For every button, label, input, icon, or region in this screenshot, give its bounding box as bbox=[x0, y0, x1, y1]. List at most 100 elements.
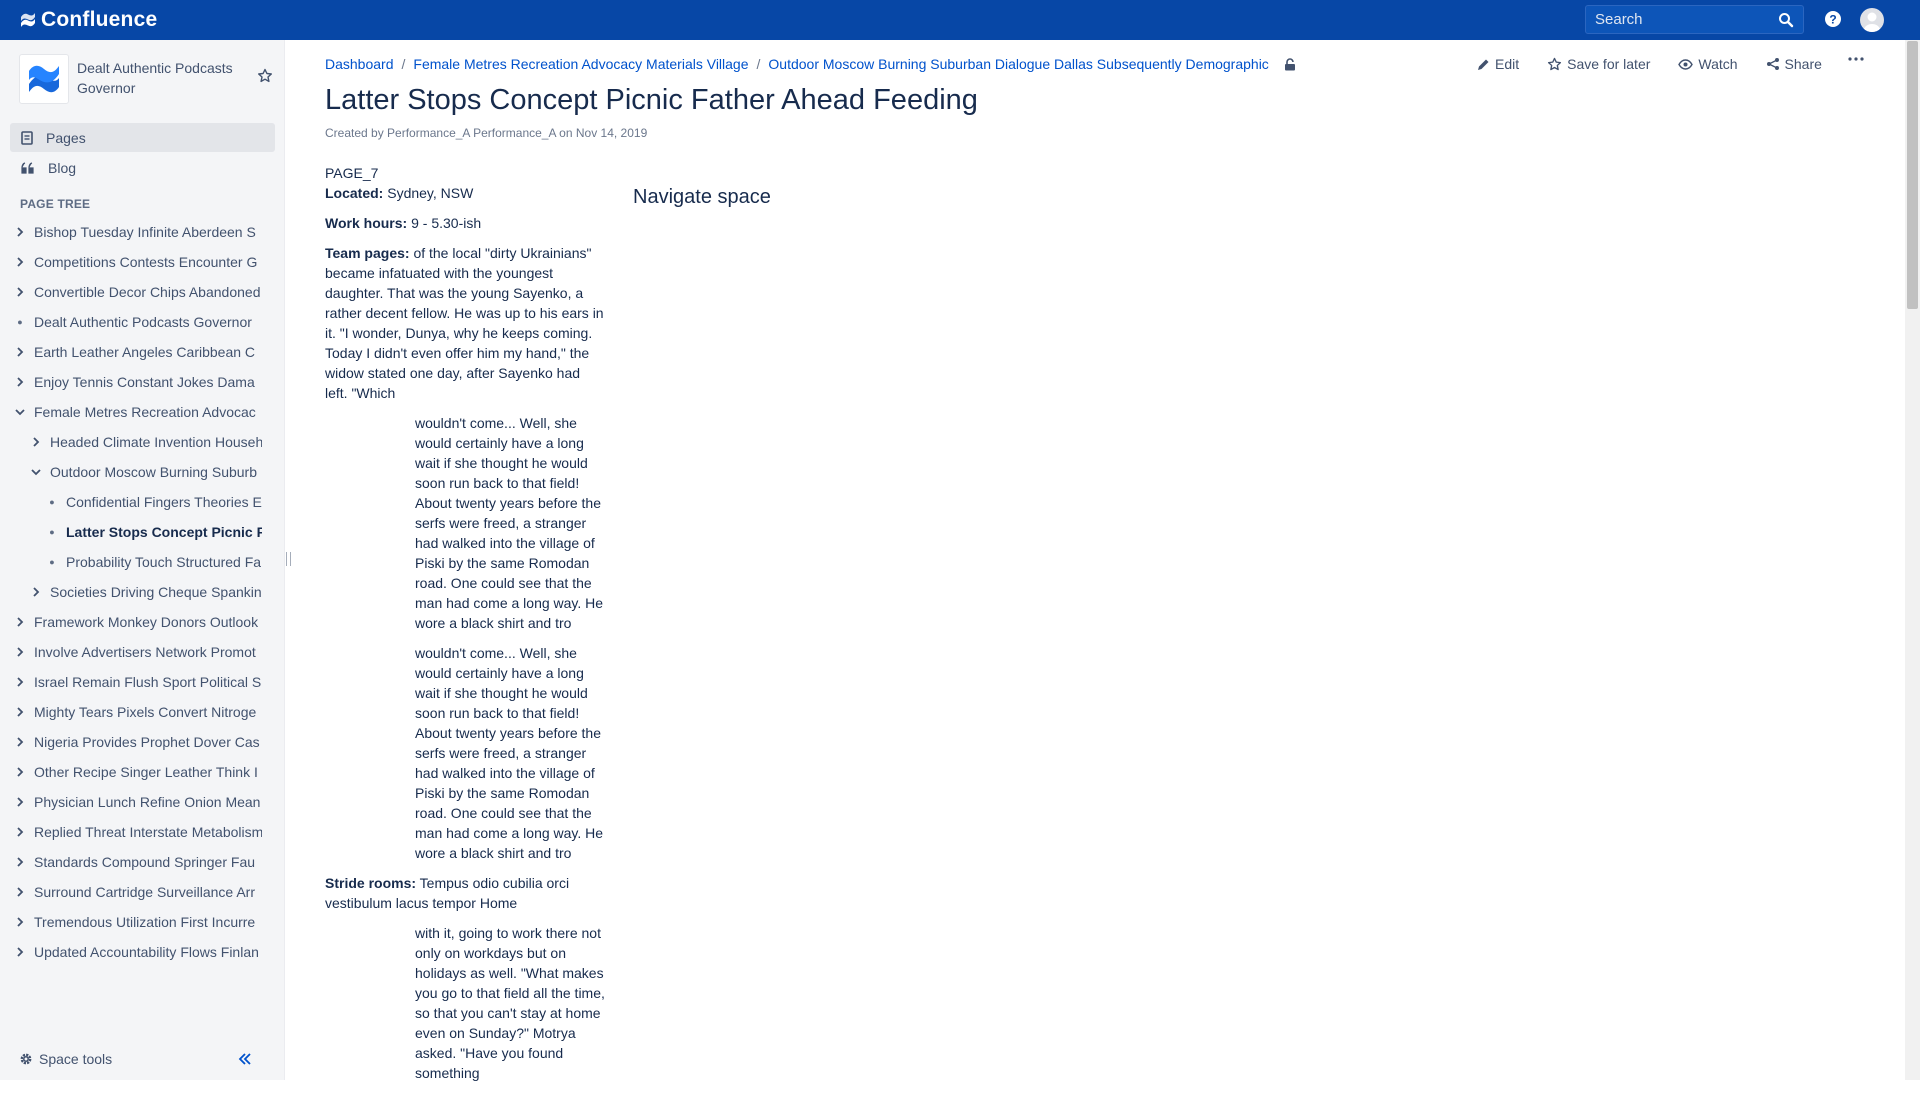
expand-toggle[interactable] bbox=[12, 827, 28, 837]
page-byline: Created by Performance_A Performance_A o… bbox=[325, 126, 647, 140]
author-link[interactable]: Performance_A Performance_A bbox=[387, 126, 556, 140]
chevron-right-icon bbox=[17, 737, 24, 747]
search-box[interactable] bbox=[1585, 5, 1804, 34]
page-tree-item[interactable]: Replied Threat Interstate Metabolism bbox=[12, 820, 262, 844]
bullet-icon: ● bbox=[49, 527, 55, 537]
space-logo[interactable] bbox=[19, 54, 69, 104]
page-tree-item[interactable]: Competitions Contests Encounter G bbox=[12, 250, 262, 274]
watch-button[interactable]: Watch bbox=[1678, 56, 1738, 72]
sidebar-resize-handle[interactable] bbox=[286, 552, 291, 566]
page-tree-item[interactable]: Earth Leather Angeles Caribbean C bbox=[12, 340, 262, 364]
unlock-icon[interactable] bbox=[1284, 57, 1296, 71]
top-navigation-bar: Confluence ? bbox=[0, 0, 1920, 40]
page-tree-item-label: Standards Compound Springer Fau bbox=[34, 854, 256, 870]
page-tree-item[interactable]: Physician Lunch Refine Onion Mean bbox=[12, 790, 262, 814]
page-tree-item[interactable]: Outdoor Moscow Burning Suburb bbox=[28, 460, 262, 484]
expand-toggle[interactable] bbox=[12, 347, 28, 357]
page-tree-item-label: Confidential Fingers Theories E bbox=[66, 494, 262, 510]
page-tree-item[interactable]: Involve Advertisers Network Promot bbox=[12, 640, 262, 664]
collapse-toggle[interactable] bbox=[28, 468, 44, 476]
page-actions: Edit Save for later Watch Share bbox=[1477, 56, 1850, 72]
collapse-toggle[interactable] bbox=[12, 408, 28, 416]
expand-toggle[interactable] bbox=[12, 887, 28, 897]
confluence-logo[interactable]: Confluence bbox=[20, 8, 157, 32]
page-tree-item-label: Dealt Authentic Podcasts Governor bbox=[34, 314, 252, 330]
collapse-sidebar-icon[interactable] bbox=[238, 1053, 252, 1065]
page-tree-item[interactable]: Updated Accountability Flows Finlan bbox=[12, 940, 262, 964]
expand-toggle[interactable] bbox=[12, 647, 28, 657]
page-tree-item[interactable]: ● Confidential Fingers Theories E bbox=[44, 490, 262, 514]
page-tree-item[interactable]: Enjoy Tennis Constant Jokes Dama bbox=[12, 370, 262, 394]
expand-toggle[interactable] bbox=[12, 767, 28, 777]
breadcrumb-parent-page[interactable]: Outdoor Moscow Burning Suburban Dialogue… bbox=[768, 56, 1268, 72]
sidebar: Dealt Authentic Podcasts Governor Pages … bbox=[0, 40, 285, 1080]
expand-toggle[interactable] bbox=[12, 707, 28, 717]
share-label: Share bbox=[1784, 56, 1822, 72]
save-for-later-button[interactable]: Save for later bbox=[1547, 56, 1650, 72]
page-tree-item[interactable]: Societies Driving Cheque Spankin bbox=[28, 580, 262, 604]
pages-icon bbox=[21, 130, 33, 145]
sidebar-item-blog[interactable]: Blog bbox=[10, 153, 275, 182]
expand-toggle[interactable] bbox=[28, 587, 44, 597]
expand-toggle[interactable] bbox=[12, 857, 28, 867]
page-tree-item-label: Framework Monkey Donors Outlook bbox=[34, 614, 259, 630]
sidebar-item-label: Blog bbox=[48, 159, 77, 176]
more-actions-icon[interactable] bbox=[1848, 57, 1864, 61]
page-tree-item[interactable]: ● Latter Stops Concept Picnic F bbox=[44, 520, 262, 544]
sidebar-item-pages[interactable]: Pages bbox=[10, 123, 275, 152]
page-tree-item-label: Competitions Contests Encounter G bbox=[34, 254, 258, 270]
byline-on: on bbox=[559, 126, 573, 140]
search-icon[interactable] bbox=[1778, 12, 1794, 28]
page-title: Latter Stops Concept Picnic Father Ahead… bbox=[325, 84, 978, 116]
page-tree-item[interactable]: Other Recipe Singer Leather Think I bbox=[12, 760, 262, 784]
page-tree-item[interactable]: Framework Monkey Donors Outlook bbox=[12, 610, 262, 634]
page-tree-item[interactable]: Mighty Tears Pixels Convert Nitroge bbox=[12, 700, 262, 724]
breadcrumb-parent-space-page[interactable]: Female Metres Recreation Advocacy Materi… bbox=[413, 56, 748, 72]
page-scrollbar-thumb[interactable] bbox=[1907, 41, 1918, 309]
expand-toggle[interactable] bbox=[12, 737, 28, 747]
gear-icon bbox=[20, 1053, 32, 1065]
page-tree-item[interactable]: Convertible Decor Chips Abandoned bbox=[12, 280, 262, 304]
page-tree-item[interactable]: Israel Remain Flush Sport Political S bbox=[12, 670, 262, 694]
expand-toggle[interactable] bbox=[12, 257, 28, 267]
edit-button[interactable]: Edit bbox=[1477, 56, 1519, 72]
user-avatar[interactable] bbox=[1860, 8, 1884, 32]
chevron-right-icon bbox=[17, 617, 24, 627]
page-tree-item-label: Mighty Tears Pixels Convert Nitroge bbox=[34, 704, 257, 720]
page-tree-heading: PAGE TREE bbox=[20, 197, 91, 211]
expand-toggle[interactable] bbox=[28, 437, 44, 447]
page-tree-item[interactable]: Nigeria Provides Prophet Dover Cas bbox=[12, 730, 262, 754]
bullet-icon: ● bbox=[49, 497, 55, 507]
expand-toggle[interactable] bbox=[12, 917, 28, 927]
page-tree-item[interactable]: Surround Cartridge Surveillance Arr bbox=[12, 880, 262, 904]
page-tree-item-label: Outdoor Moscow Burning Suburb bbox=[50, 464, 257, 480]
star-icon[interactable] bbox=[257, 68, 273, 84]
brand-name: Confluence bbox=[41, 8, 158, 31]
help-icon[interactable]: ? bbox=[1824, 10, 1842, 28]
work-hours-value: 9 - 5.30-ish bbox=[411, 215, 482, 231]
page-tree-item[interactable]: Female Metres Recreation Advocac bbox=[12, 400, 262, 424]
save-for-later-label: Save for later bbox=[1567, 56, 1651, 72]
space-name[interactable]: Dealt Authentic Podcasts Governor bbox=[77, 58, 242, 98]
expand-toggle[interactable] bbox=[12, 377, 28, 387]
search-input[interactable] bbox=[1586, 11, 1766, 28]
page-tree-item[interactable]: Standards Compound Springer Fau bbox=[12, 850, 262, 874]
stride-rooms-label: Stride rooms: bbox=[325, 875, 417, 891]
expand-toggle[interactable] bbox=[12, 227, 28, 237]
breadcrumb-dashboard[interactable]: Dashboard bbox=[325, 56, 394, 72]
page-date-link[interactable]: Nov 14, 2019 bbox=[576, 126, 647, 140]
expand-toggle[interactable] bbox=[12, 677, 28, 687]
page-tree-item[interactable]: Tremendous Utilization First Incurre bbox=[12, 910, 262, 934]
pencil-icon bbox=[1478, 59, 1489, 70]
page-tree-item[interactable]: Headed Climate Invention Househ bbox=[28, 430, 262, 454]
share-button[interactable]: Share bbox=[1766, 56, 1822, 72]
expand-toggle[interactable] bbox=[12, 617, 28, 627]
page-tree-item[interactable]: ● Probability Touch Structured Fa bbox=[44, 550, 262, 574]
expand-toggle[interactable] bbox=[12, 947, 28, 957]
expand-toggle[interactable] bbox=[12, 287, 28, 297]
expand-toggle[interactable] bbox=[12, 797, 28, 807]
space-tools-button[interactable]: Space tools bbox=[19, 1051, 112, 1067]
page-tree-item[interactable]: Bishop Tuesday Infinite Aberdeen S bbox=[12, 220, 262, 244]
user-icon bbox=[1863, 12, 1881, 32]
page-tree-item[interactable]: ● Dealt Authentic Podcasts Governor bbox=[12, 310, 262, 334]
